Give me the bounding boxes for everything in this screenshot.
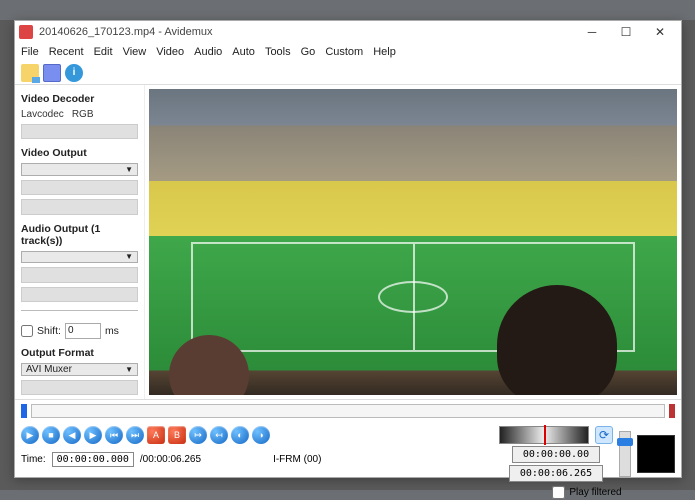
- decoder-configure-button[interactable]: [21, 124, 138, 139]
- audio-output-dropdown[interactable]: ▼: [21, 251, 138, 264]
- open-file-icon[interactable]: [21, 64, 39, 82]
- next-frame-button[interactable]: ▶: [84, 426, 102, 444]
- video-decoder-label: Video Decoder: [21, 93, 138, 105]
- shift-checkbox[interactable]: [21, 325, 33, 337]
- next-keyframe-button[interactable]: ⏭: [126, 426, 144, 444]
- output-format-label: Output Format: [21, 347, 138, 359]
- output-format-value: AVI Muxer: [26, 364, 72, 375]
- secondary-preview: [637, 435, 675, 473]
- stop-button[interactable]: ■: [42, 426, 60, 444]
- bottom-panel: ▶ ■ ◀ ▶ ⏮ ⏭ A B ↦ ↤ ◐ ◑ Time: 00:00:00.0…: [15, 399, 681, 477]
- prev-keyframe-button[interactable]: ⏮: [105, 426, 123, 444]
- video-preview[interactable]: [149, 89, 677, 395]
- app-icon: [19, 25, 33, 39]
- save-file-icon[interactable]: [43, 64, 61, 82]
- menu-tools[interactable]: Tools: [265, 46, 291, 58]
- time-current-input[interactable]: 00:00:00.000: [52, 452, 134, 467]
- audio-output-configure-button[interactable]: [21, 267, 138, 282]
- menu-view[interactable]: View: [123, 46, 147, 58]
- time-duration-label: /00:00:06.265: [140, 454, 201, 465]
- close-button[interactable]: ✕: [643, 21, 677, 43]
- toolbar: i: [15, 61, 681, 85]
- frame-type-label: I-FRM (00): [273, 454, 321, 465]
- menu-help[interactable]: Help: [373, 46, 396, 58]
- menu-auto[interactable]: Auto: [232, 46, 255, 58]
- video-output-dropdown[interactable]: ▼: [21, 163, 138, 176]
- menu-edit[interactable]: Edit: [94, 46, 113, 58]
- goto-marker-b-button[interactable]: ↤: [210, 426, 228, 444]
- goto-marker-a-button[interactable]: ↦: [189, 426, 207, 444]
- marker-a-icon[interactable]: [21, 404, 27, 418]
- set-marker-b-button[interactable]: B: [168, 426, 186, 444]
- menu-audio[interactable]: Audio: [194, 46, 222, 58]
- volume-slider[interactable]: [619, 431, 631, 477]
- menubar: File Recent Edit View Video Audio Auto T…: [15, 43, 681, 61]
- minimize-button[interactable]: ─: [575, 21, 609, 43]
- shift-value-input[interactable]: 0: [65, 323, 101, 339]
- output-format-configure-button[interactable]: [21, 380, 138, 395]
- refresh-preview-button[interactable]: ⟳: [595, 426, 613, 444]
- audio-output-filters-button[interactable]: [21, 287, 138, 302]
- menu-go[interactable]: Go: [301, 46, 316, 58]
- prev-black-button[interactable]: ◐: [231, 426, 249, 444]
- center-circle: [378, 281, 448, 313]
- sidebar: Video Decoder Lavcodec RGB Video Output …: [15, 85, 145, 399]
- marker-b-icon[interactable]: [669, 404, 675, 418]
- maximize-button[interactable]: ☐: [609, 21, 643, 43]
- play-button[interactable]: ▶: [21, 426, 39, 444]
- window-title: 20140626_170123.mp4 - Avidemux: [39, 26, 575, 38]
- shift-label: Shift:: [37, 325, 61, 337]
- info-icon[interactable]: i: [65, 64, 83, 82]
- divider: [21, 310, 138, 311]
- menu-custom[interactable]: Custom: [325, 46, 363, 58]
- play-filtered-checkbox[interactable]: [552, 486, 565, 499]
- selection-start-display: 00:00:00.00: [512, 446, 600, 463]
- set-marker-a-button[interactable]: A: [147, 426, 165, 444]
- seek-bar[interactable]: [31, 404, 665, 418]
- app-window: 20140626_170123.mp4 - Avidemux ─ ☐ ✕ Fil…: [14, 20, 682, 478]
- decoder-codec-value: Lavcodec: [21, 109, 64, 120]
- audio-output-label: Audio Output (1 track(s)): [21, 223, 138, 247]
- titlebar: 20140626_170123.mp4 - Avidemux ─ ☐ ✕: [15, 21, 681, 43]
- shift-unit-label: ms: [105, 325, 119, 337]
- output-format-dropdown[interactable]: AVI Muxer ▼: [21, 363, 138, 376]
- selection-end-display: 00:00:06.265: [509, 465, 603, 482]
- decoder-colorspace-value: RGB: [72, 109, 94, 120]
- video-output-label: Video Output: [21, 147, 138, 159]
- menu-recent[interactable]: Recent: [49, 46, 84, 58]
- video-output-configure-button[interactable]: [21, 180, 138, 195]
- jog-wheel[interactable]: [499, 426, 589, 444]
- time-label: Time:: [21, 454, 46, 465]
- video-output-filters-button[interactable]: [21, 199, 138, 214]
- playback-controls: ▶ ■ ◀ ▶ ⏮ ⏭ A B ↦ ↤ ◐ ◑: [21, 426, 321, 444]
- prev-frame-button[interactable]: ◀: [63, 426, 81, 444]
- menu-file[interactable]: File: [21, 46, 39, 58]
- play-filtered-label: Play filtered: [569, 487, 621, 498]
- video-area: [145, 85, 681, 399]
- menu-video[interactable]: Video: [156, 46, 184, 58]
- next-black-button[interactable]: ◑: [252, 426, 270, 444]
- spectator: [497, 285, 617, 395]
